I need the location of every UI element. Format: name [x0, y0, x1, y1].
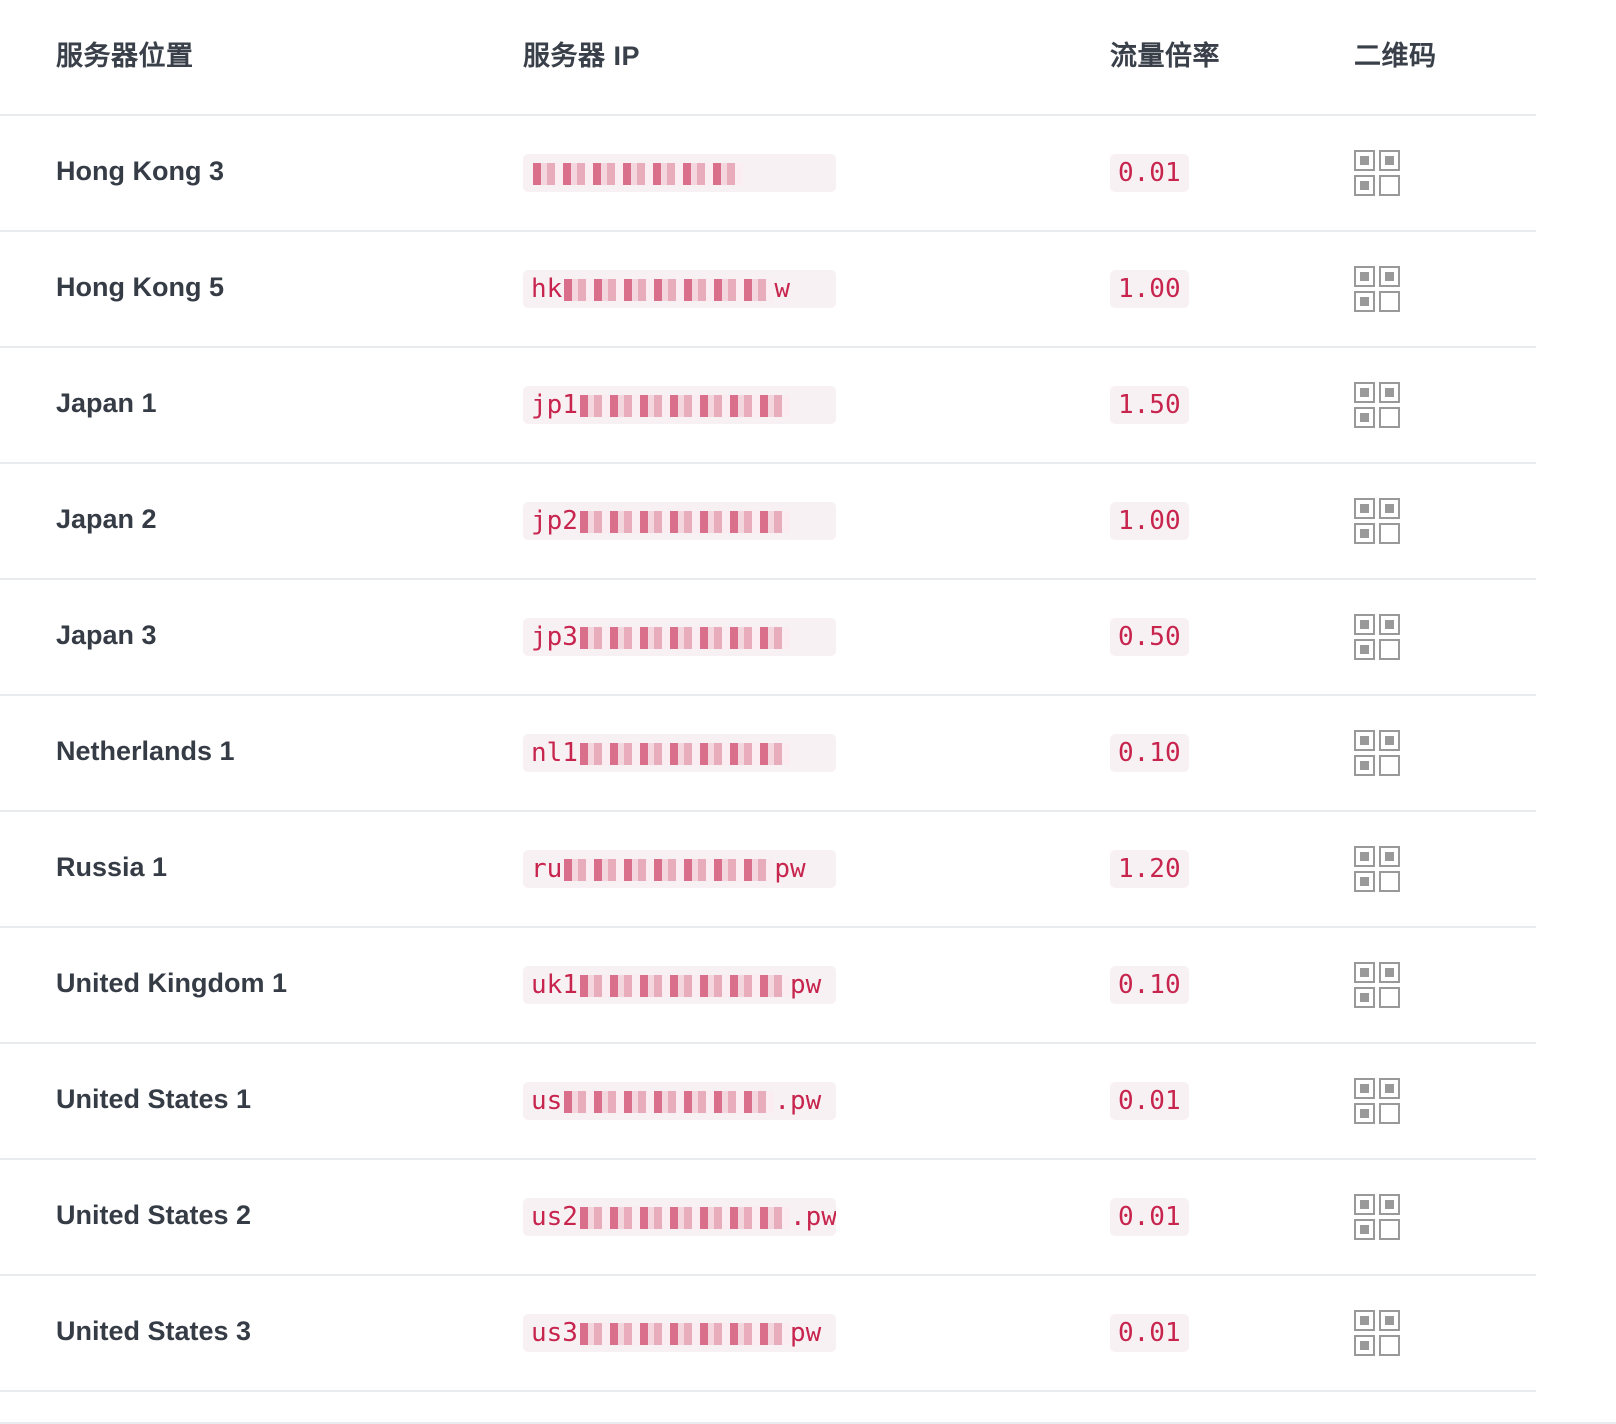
header-rate: 流量倍率 — [1110, 41, 1220, 71]
qr-code-icon[interactable] — [1354, 1310, 1400, 1356]
qr-code-icon[interactable] — [1354, 382, 1400, 428]
server-ip-prefix: jp1 — [531, 390, 578, 420]
server-location: Hong Kong 3 — [56, 156, 224, 186]
table-row: Russia 1 ru pw 1.20 — [0, 812, 1536, 928]
traffic-rate: 1.20 — [1110, 850, 1189, 888]
redacted-ip-blur — [564, 278, 775, 301]
server-ip[interactable]: us3 pw — [523, 1314, 836, 1352]
server-location: Japan 1 — [56, 388, 157, 418]
server-ip-prefix: jp2 — [531, 506, 578, 536]
redacted-ip-blur — [579, 626, 790, 649]
qr-code-icon[interactable] — [1354, 498, 1400, 544]
server-location: United Kingdom 1 — [56, 968, 287, 998]
traffic-rate: 0.01 — [1110, 1314, 1189, 1352]
traffic-rate: 0.50 — [1110, 618, 1189, 656]
server-ip-suffix: .pw — [789, 1202, 836, 1232]
server-ip-prefix: hk — [531, 274, 563, 304]
server-table: 服务器位置 服务器 IP 流量倍率 二维码 Hong Kong 3 0.01 Hon… — [0, 0, 1536, 1392]
redacted-ip-blur — [564, 858, 775, 881]
server-ip[interactable]: us .pw — [523, 1082, 836, 1120]
traffic-rate: 1.50 — [1110, 386, 1189, 424]
redacted-ip-blur — [564, 1090, 775, 1113]
server-ip-prefix: uk1 — [531, 970, 578, 1000]
server-ip-suffix: .pw — [774, 1086, 822, 1116]
server-ip[interactable]: ru pw — [523, 850, 836, 888]
server-ip[interactable]: us2 .pw — [523, 1198, 836, 1236]
header-location: 服务器位置 — [56, 41, 194, 71]
qr-code-icon[interactable] — [1354, 962, 1400, 1008]
redacted-ip-blur — [579, 1322, 790, 1345]
traffic-rate: 0.10 — [1110, 966, 1189, 1004]
server-ip-suffix: pw — [789, 1318, 822, 1348]
server-location: United States 3 — [56, 1316, 252, 1346]
traffic-rate: 0.01 — [1110, 154, 1189, 192]
server-ip-prefix: nl1 — [531, 738, 578, 768]
table-row: Hong Kong 5 hk w 1.00 — [0, 232, 1536, 348]
server-location: Japan 2 — [56, 504, 157, 534]
server-ip[interactable]: nl1 — [523, 734, 836, 772]
table-row: United States 1 us .pw 0.01 — [0, 1044, 1536, 1160]
server-ip-prefix: us2 — [531, 1202, 578, 1232]
redacted-ip-blur — [579, 510, 790, 533]
server-location: Russia 1 — [56, 852, 168, 882]
table-row: Japan 1 jp1 1.50 — [0, 348, 1536, 464]
table-row: Japan 3 jp3 0.50 — [0, 580, 1536, 696]
traffic-rate: 0.01 — [1110, 1198, 1189, 1236]
server-ip-suffix: w — [774, 274, 790, 304]
redacted-ip-blur — [579, 394, 790, 417]
server-ip[interactable]: hk w — [523, 270, 836, 308]
server-location: Hong Kong 5 — [56, 272, 224, 302]
qr-code-icon[interactable] — [1354, 266, 1400, 312]
qr-code-icon[interactable] — [1354, 1078, 1400, 1124]
server-ip[interactable]: uk1 pw — [523, 966, 836, 1004]
server-ip-prefix: jp3 — [531, 622, 578, 652]
table-body: Hong Kong 3 0.01 Hong Kong 5 hk w 1.00 Japan 1… — [0, 116, 1536, 1392]
redacted-ip-blur — [533, 162, 743, 185]
server-location: United States 1 — [56, 1084, 252, 1114]
redacted-ip-blur — [579, 1206, 790, 1229]
qr-code-icon[interactable] — [1354, 1194, 1400, 1240]
table-row: United States 2 us2 .pw 0.01 — [0, 1160, 1536, 1276]
server-location: Japan 3 — [56, 620, 157, 650]
traffic-rate: 1.00 — [1110, 502, 1189, 540]
traffic-rate: 0.01 — [1110, 1082, 1189, 1120]
server-ip[interactable]: jp3 — [523, 618, 836, 656]
server-ip[interactable]: jp2 — [523, 502, 836, 540]
server-ip[interactable] — [523, 154, 836, 192]
server-ip-prefix: us3 — [531, 1318, 578, 1348]
server-ip-prefix: ru — [531, 854, 563, 884]
header-qrcode: 二维码 — [1354, 41, 1437, 71]
server-ip-prefix: us — [531, 1086, 563, 1116]
qr-code-icon[interactable] — [1354, 730, 1400, 776]
redacted-ip-blur — [579, 974, 790, 997]
table-row: Hong Kong 3 0.01 — [0, 116, 1536, 232]
server-location: United States 2 — [56, 1200, 252, 1230]
table-row: United Kingdom 1 uk1 pw 0.10 — [0, 928, 1536, 1044]
qr-code-icon[interactable] — [1354, 150, 1400, 196]
server-ip-suffix: pw — [789, 970, 822, 1000]
server-ip-suffix: pw — [774, 854, 806, 884]
table-header: 服务器位置 服务器 IP 流量倍率 二维码 — [0, 0, 1536, 116]
table-row: United States 3 us3 pw 0.01 — [0, 1276, 1536, 1392]
traffic-rate: 1.00 — [1110, 270, 1189, 308]
redacted-ip-blur — [579, 742, 790, 765]
server-location: Netherlands 1 — [56, 736, 235, 766]
table-row: Japan 2 jp2 1.00 — [0, 464, 1536, 580]
qr-code-icon[interactable] — [1354, 846, 1400, 892]
table-row: Netherlands 1 nl1 0.10 — [0, 696, 1536, 812]
qr-code-icon[interactable] — [1354, 614, 1400, 660]
server-ip[interactable]: jp1 — [523, 386, 836, 424]
traffic-rate: 0.10 — [1110, 734, 1189, 772]
header-ip: 服务器 IP — [523, 41, 641, 71]
